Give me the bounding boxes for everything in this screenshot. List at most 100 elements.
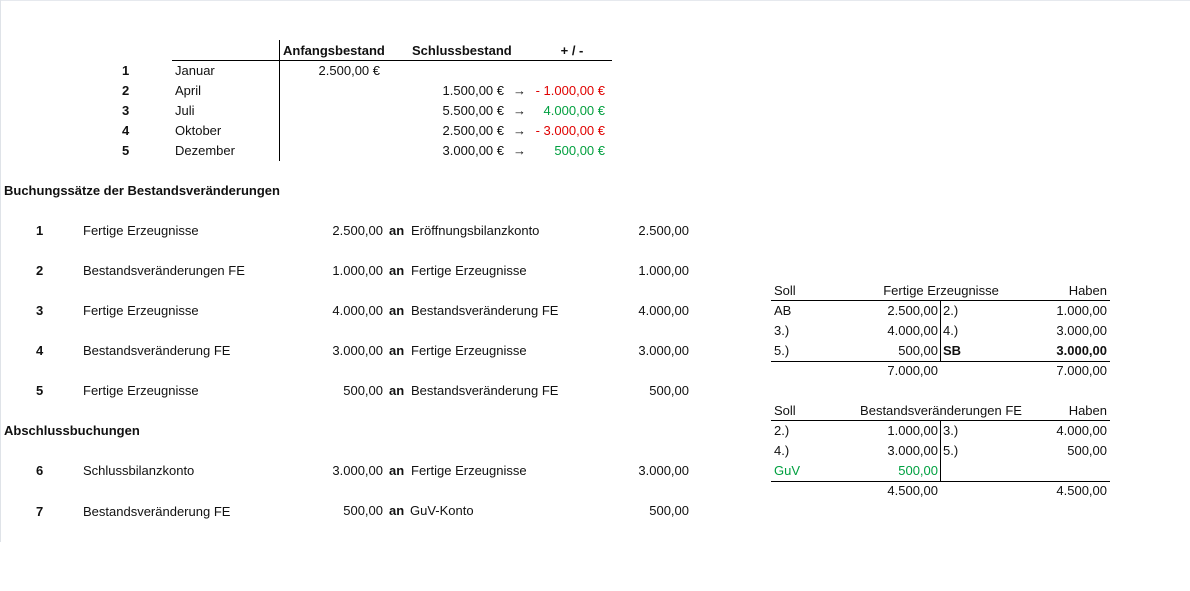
- anfangsbestand-value: 2.500,00 €: [318, 63, 380, 78]
- entry-number: 7: [36, 504, 44, 519]
- entry-number: 2: [36, 263, 44, 278]
- credit-amount: 500,00: [649, 503, 689, 518]
- entry-number: 3: [36, 303, 44, 318]
- month-label: Dezember: [175, 143, 235, 158]
- difference-value: - 1.000,00 €: [535, 83, 605, 98]
- section-title-abschlussbuchungen: Abschlussbuchungen: [4, 423, 140, 438]
- haben-amount: 3.000,00: [1056, 323, 1107, 338]
- account-title: Bestandsveränderungen FE: [860, 403, 1022, 418]
- schlussbestand-value: 3.000,00 €: [442, 143, 504, 158]
- account-total-line: [771, 481, 1110, 482]
- row-number: 5: [122, 143, 130, 158]
- credit-amount: 500,00: [649, 383, 689, 398]
- debit-account: Bestandsveränderungen FE: [83, 263, 245, 278]
- soll-ref: 5.): [774, 343, 790, 358]
- entry-number: 6: [36, 463, 44, 478]
- difference-value: 4.000,00 €: [543, 103, 605, 118]
- debit-account: Bestandsveränderung FE: [83, 343, 231, 358]
- soll-amount: 3.000,00: [887, 443, 938, 458]
- an-keyword: an: [389, 303, 405, 318]
- an-keyword: an: [389, 503, 405, 518]
- account-center-line: [940, 420, 941, 481]
- an-keyword: an: [389, 383, 405, 398]
- row-number: 2: [122, 83, 130, 98]
- soll-ref: 2.): [774, 423, 790, 438]
- soll-ref: AB: [774, 303, 792, 318]
- section-title-buchungssaetze: Buchungssätze der Bestandsveränderungen: [4, 183, 280, 198]
- credit-amount: 1.000,00: [638, 263, 689, 278]
- schlussbestand-value: 2.500,00 €: [442, 123, 504, 138]
- month-label: Juli: [175, 103, 195, 118]
- an-keyword: an: [389, 343, 405, 358]
- difference-value: 500,00 €: [554, 143, 605, 158]
- row-number: 1: [122, 63, 130, 78]
- debit-account: Schlussbilanzkonto: [83, 463, 195, 478]
- soll-label: Soll: [774, 403, 796, 418]
- credit-account: Eröffnungsbilanzkonto: [411, 223, 540, 238]
- credit-amount: 3.000,00: [638, 343, 689, 358]
- soll-label: Soll: [774, 283, 796, 298]
- header-underline: [172, 60, 612, 61]
- soll-amount: 500,00: [898, 343, 938, 358]
- sheet-top-border: [0, 0, 1190, 1]
- header-difference: + / -: [560, 43, 584, 58]
- soll-ref: 4.): [774, 443, 790, 458]
- an-keyword: an: [389, 463, 405, 478]
- debit-account: Fertige Erzeugnisse: [83, 383, 199, 398]
- account-title: Fertige Erzeugnisse: [883, 283, 999, 298]
- soll-amount: 4.000,00: [887, 323, 938, 338]
- debit-amount: 1.000,00: [332, 263, 383, 278]
- debit-account: Bestandsveränderung FE: [83, 504, 231, 519]
- schlussbestand-value: 1.500,00 €: [442, 83, 504, 98]
- entry-number: 1: [36, 223, 44, 238]
- credit-account: Bestandsveränderung FE: [411, 383, 559, 398]
- entry-number: 4: [36, 343, 44, 358]
- haben-amount: 1.000,00: [1056, 303, 1107, 318]
- row-number: 3: [122, 103, 130, 118]
- debit-account: Fertige Erzeugnisse: [83, 303, 199, 318]
- total-soll: 7.000,00: [887, 363, 938, 378]
- total-haben: 7.000,00: [1056, 363, 1107, 378]
- row-number: 4: [122, 123, 130, 138]
- soll-amount: 500,00: [898, 463, 938, 478]
- month-label: Januar: [175, 63, 215, 78]
- entry-number: 5: [36, 383, 44, 398]
- debit-amount: 2.500,00: [332, 223, 383, 238]
- sheet-left-border: [0, 0, 1, 542]
- difference-value: - 3.000,00 €: [535, 123, 605, 138]
- credit-account: Fertige Erzeugnisse: [411, 263, 527, 278]
- credit-account: Fertige Erzeugnisse: [411, 463, 527, 478]
- haben-amount: 3.000,00: [1056, 343, 1107, 358]
- account-center-line: [940, 300, 941, 361]
- total-haben: 4.500,00: [1056, 483, 1107, 498]
- credit-account: GuV-Konto: [410, 503, 474, 518]
- soll-ref: GuV: [774, 463, 801, 478]
- haben-ref: 4.): [943, 323, 959, 338]
- header-schlussbestand: Schlussbestand: [412, 43, 512, 58]
- header-anfangsbestand: Anfangsbestand: [283, 43, 385, 58]
- haben-label: Haben: [1068, 283, 1107, 298]
- month-column-divider: [279, 40, 280, 161]
- schlussbestand-value: 5.500,00 €: [442, 103, 504, 118]
- soll-amount: 1.000,00: [887, 423, 938, 438]
- haben-label: Haben: [1068, 403, 1107, 418]
- total-soll: 4.500,00: [887, 483, 938, 498]
- debit-amount: 4.000,00: [332, 303, 383, 318]
- credit-amount: 4.000,00: [638, 303, 689, 318]
- debit-amount: 500,00: [343, 503, 383, 518]
- credit-account: Fertige Erzeugnisse: [411, 343, 527, 358]
- debit-amount: 3.000,00: [332, 343, 383, 358]
- haben-amount: 500,00: [1067, 443, 1107, 458]
- haben-amount: 4.000,00: [1056, 423, 1107, 438]
- debit-account: Fertige Erzeugnisse: [83, 223, 199, 238]
- haben-ref: SB: [943, 343, 962, 358]
- soll-ref: 3.): [774, 323, 790, 338]
- an-keyword: an: [389, 223, 405, 238]
- credit-account: Bestandsveränderung FE: [411, 303, 559, 318]
- month-label: Oktober: [175, 123, 222, 138]
- credit-amount: 3.000,00: [638, 463, 689, 478]
- debit-amount: 3.000,00: [332, 463, 383, 478]
- haben-ref: 2.): [943, 303, 959, 318]
- debit-amount: 500,00: [343, 383, 383, 398]
- haben-ref: 3.): [943, 423, 959, 438]
